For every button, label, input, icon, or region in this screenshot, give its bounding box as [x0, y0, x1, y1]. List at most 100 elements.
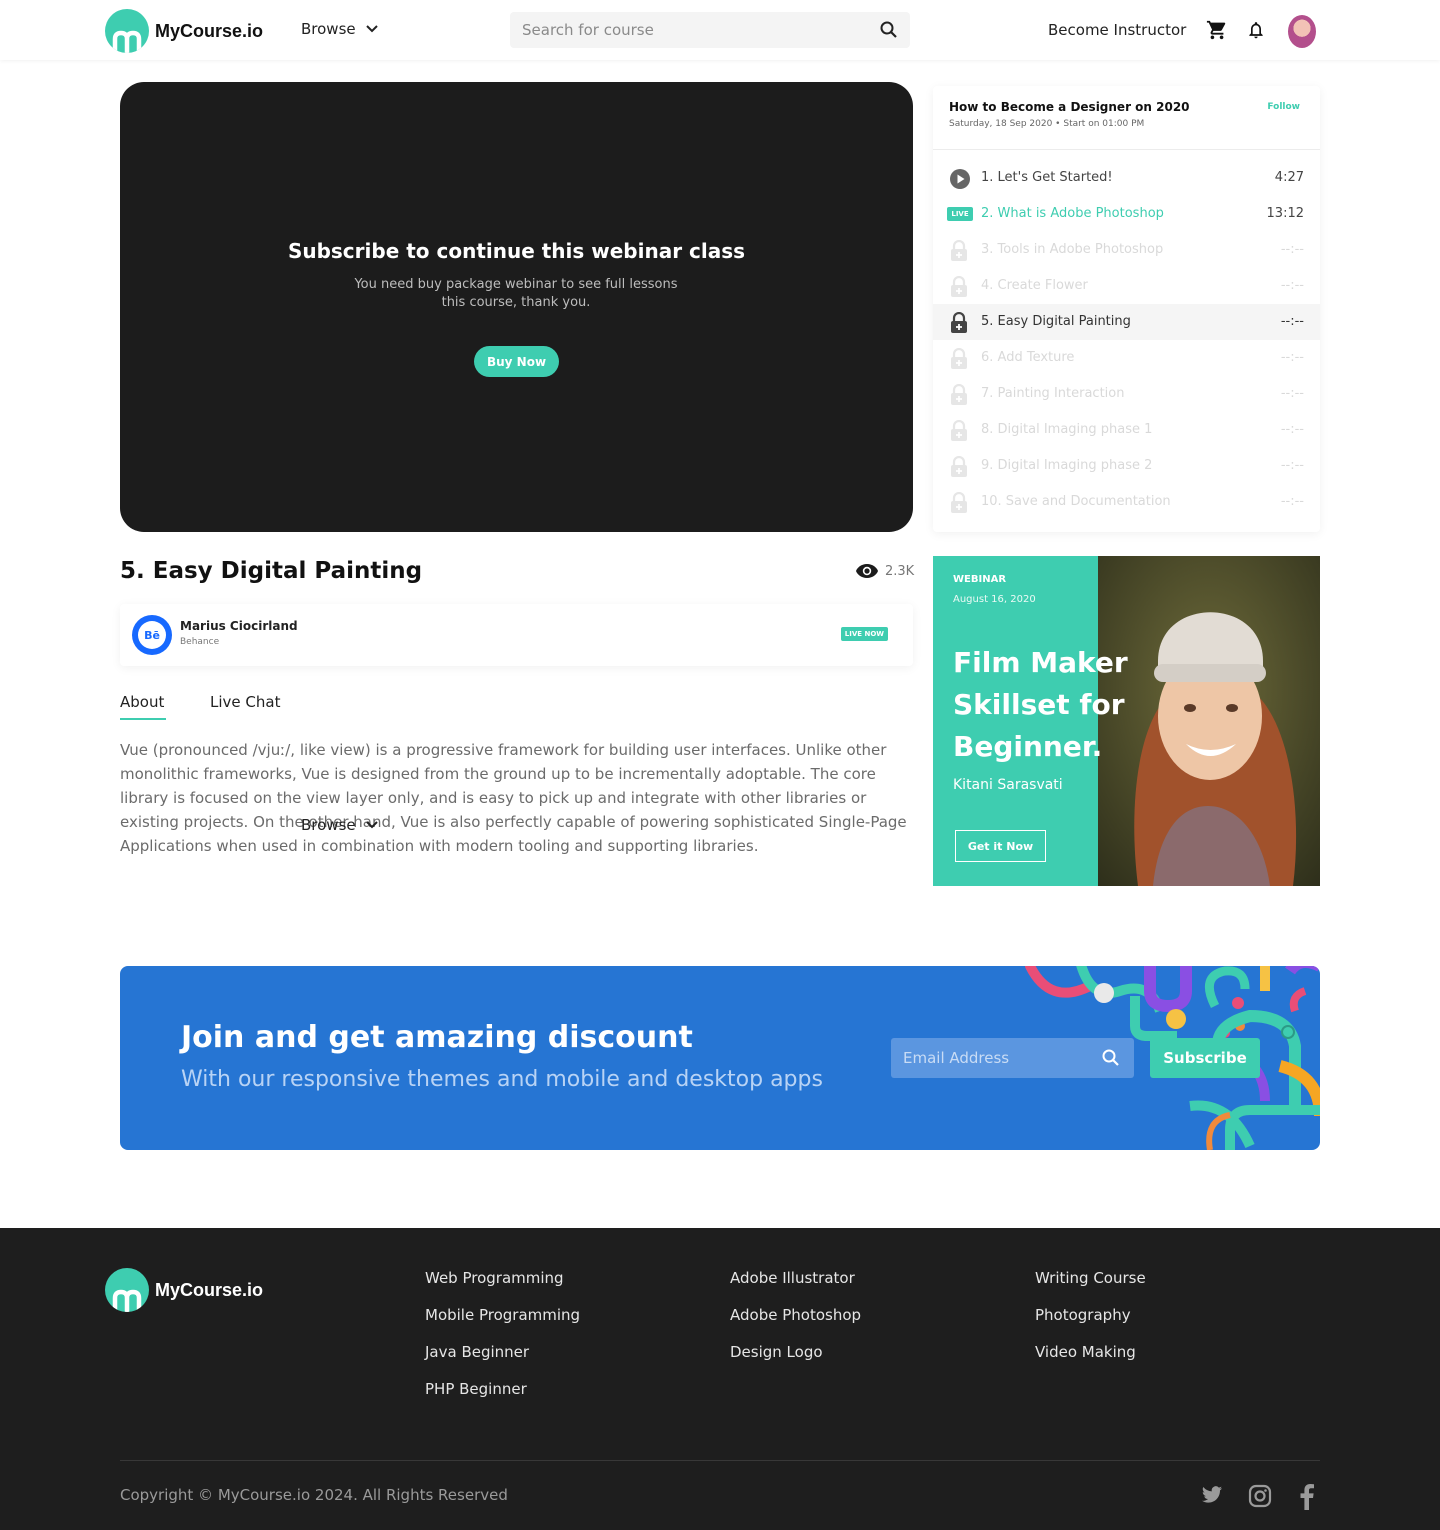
view-count-value: 2.3K [885, 563, 915, 579]
about-description: Vue (pronounced /vjuː/, like view) is a … [120, 741, 907, 855]
promo-tag: WEBINAR [953, 574, 1007, 585]
eye-icon [856, 564, 878, 578]
footer-link[interactable]: Mobile Programming [425, 1306, 580, 1325]
overlay-browse-menu[interactable]: Browse [301, 816, 378, 834]
lock-icon [949, 275, 971, 297]
playlist-item[interactable]: 1. Let's Get Started! 4:27 [933, 160, 1320, 196]
footer-link[interactable]: Writing Course [1035, 1269, 1146, 1288]
browse-label: Browse [301, 20, 356, 38]
facebook-icon[interactable] [1300, 1483, 1314, 1514]
footer-column-1: Web Programming Mobile Programming Java … [425, 1269, 580, 1417]
playlist-item[interactable]: 5. Easy Digital Painting --:-- [933, 304, 1320, 340]
lesson-title: 5. Easy Digital Painting [120, 558, 423, 584]
playlist-item-label: 2. What is Adobe Photoshop [981, 206, 1164, 221]
follow-button[interactable]: Follow [1267, 102, 1300, 112]
footer-link[interactable]: Adobe Illustrator [730, 1269, 861, 1288]
playlist-item[interactable]: LIVE 2. What is Adobe Photoshop 13:12 [933, 196, 1320, 232]
footer-logo[interactable]: MyCourse.io [105, 1268, 263, 1312]
video-player[interactable]: Subscribe to continue this webinar class… [120, 82, 913, 532]
browse-menu[interactable]: Browse [301, 20, 378, 38]
cart-icon[interactable] [1206, 19, 1228, 45]
tab-about[interactable]: About [120, 693, 164, 711]
live-badge: LIVE [947, 207, 973, 221]
buy-now-button[interactable]: Buy Now [474, 346, 559, 377]
playlist-item-label: 10. Save and Documentation [981, 494, 1171, 509]
become-instructor-link[interactable]: Become Instructor [1048, 21, 1186, 39]
bell-icon[interactable] [1246, 19, 1266, 45]
footer-link[interactable]: Video Making [1035, 1343, 1146, 1362]
footer-divider [120, 1460, 1320, 1461]
author-card: Bē Marius Ciocirland Behance LIVE NOW [120, 604, 913, 666]
search-icon [1102, 1049, 1120, 1071]
playlist-item-duration: --:-- [1280, 494, 1304, 509]
footer-link[interactable]: PHP Beginner [425, 1380, 580, 1399]
footer-column-3: Writing Course Photography Video Making [1035, 1269, 1146, 1380]
chevron-down-icon [365, 25, 378, 33]
twitter-icon[interactable] [1200, 1484, 1224, 1510]
lesson-playlist: How to Become a Designer on 2020 Saturda… [933, 86, 1320, 532]
webinar-promo-card: WEBINAR August 16, 2020 Film Maker Skill… [933, 556, 1320, 886]
playlist-item-label: 5. Easy Digital Painting [981, 314, 1131, 329]
live-now-badge: LIVE NOW [840, 627, 888, 641]
playlist-item[interactable]: 8. Digital Imaging phase 1 --:-- [933, 412, 1320, 448]
search-input[interactable] [510, 12, 870, 48]
chevron-down-icon [365, 821, 378, 829]
footer-link[interactable]: Java Beginner [425, 1343, 580, 1362]
author-avatar-text: Bē [138, 621, 166, 649]
author-name[interactable]: Marius Ciocirland [180, 619, 298, 633]
lock-icon [949, 419, 971, 441]
tab-live-chat[interactable]: Live Chat [210, 693, 280, 711]
newsletter-title: Join and get amazing discount [181, 1020, 693, 1055]
promo-date: August 16, 2020 [953, 594, 1036, 605]
playlist-title: How to Become a Designer on 2020 [949, 100, 1190, 114]
instagram-icon[interactable] [1248, 1484, 1272, 1512]
playlist-item-duration: --:-- [1280, 278, 1304, 293]
get-it-now-button[interactable]: Get it Now [955, 830, 1046, 862]
playlist-item-duration: --:-- [1280, 458, 1304, 473]
email-field[interactable] [891, 1038, 1096, 1078]
playlist-item[interactable]: 9. Digital Imaging phase 2 --:-- [933, 448, 1320, 484]
playlist-item-duration: --:-- [1280, 350, 1304, 365]
user-avatar[interactable] [1288, 15, 1316, 48]
logo[interactable]: MyCourse.io [105, 9, 263, 53]
playlist-item-label: 9. Digital Imaging phase 2 [981, 458, 1153, 473]
playlist-meta: Saturday, 18 Sep 2020 • Start on 01:00 P… [949, 119, 1145, 129]
playlist-item-label: 3. Tools in Adobe Photoshop [981, 242, 1164, 257]
playlist-item-label: 7. Painting Interaction [981, 386, 1125, 401]
lock-icon [949, 455, 971, 477]
playlist-item[interactable]: 4. Create Flower --:-- [933, 268, 1320, 304]
newsletter-subtitle: With our responsive themes and mobile an… [181, 1067, 823, 1092]
behance-icon[interactable]: Bē [132, 615, 172, 655]
promo-author: Kitani Sarasvati [953, 777, 1063, 793]
footer-link[interactable]: Adobe Photoshop [730, 1306, 861, 1325]
lock-icon [949, 491, 971, 513]
subscribe-button[interactable]: Subscribe [1150, 1038, 1260, 1078]
overlay-browse-label: Browse [301, 816, 356, 834]
lock-icon [949, 383, 971, 405]
logo-mark-icon [105, 1268, 149, 1312]
email-field-wrapper [891, 1038, 1134, 1078]
lock-icon [949, 311, 971, 333]
lesson-tabs: About Live Chat [120, 693, 520, 723]
search-bar [510, 12, 910, 48]
active-tab-indicator [120, 718, 166, 720]
playlist-item[interactable]: 3. Tools in Adobe Photoshop --:-- [933, 232, 1320, 268]
divider [933, 149, 1320, 150]
video-paywall-title: Subscribe to continue this webinar class [287, 239, 746, 263]
playlist-item[interactable]: 10. Save and Documentation --:-- [933, 484, 1320, 520]
search-icon[interactable] [880, 21, 898, 43]
playlist-item[interactable]: 6. Add Texture --:-- [933, 340, 1320, 376]
copyright-text: Copyright © MyCourse.io 2024. All Rights… [120, 1486, 508, 1504]
lock-icon [949, 347, 971, 369]
footer-link[interactable]: Design Logo [730, 1343, 861, 1362]
playlist-item-duration: --:-- [1280, 386, 1304, 401]
playlist-item-label: 4. Create Flower [981, 278, 1088, 293]
lock-icon [949, 239, 971, 261]
promo-title: Film Maker Skillset for Beginner. [953, 646, 1128, 763]
playlist-item-label: 6. Add Texture [981, 350, 1075, 365]
footer-column-2: Adobe Illustrator Adobe Photoshop Design… [730, 1269, 861, 1380]
footer-link[interactable]: Photography [1035, 1306, 1146, 1325]
footer-link[interactable]: Web Programming [425, 1269, 580, 1288]
logo-mark-icon [105, 9, 149, 53]
playlist-item[interactable]: 7. Painting Interaction --:-- [933, 376, 1320, 412]
